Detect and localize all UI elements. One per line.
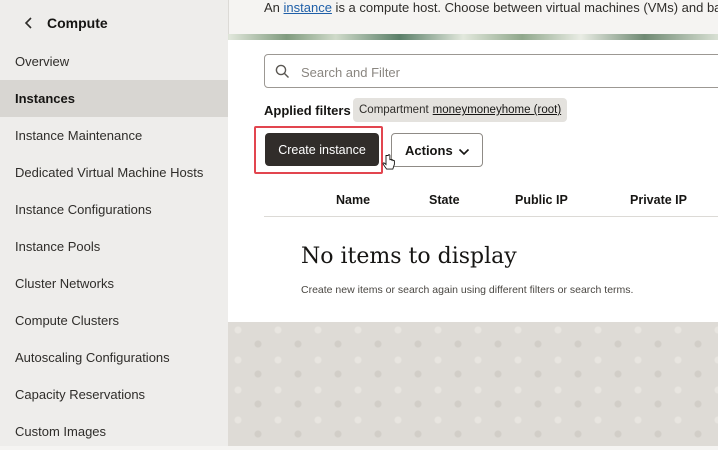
sidebar-item-cluster-networks[interactable]: Cluster Networks [0,265,228,302]
actions-label: Actions [405,142,453,158]
actions-menu-button[interactable]: Actions [391,133,483,167]
empty-state-subtitle: Create new items or search again using d… [301,284,634,296]
sidebar-item-instances[interactable]: Instances [0,80,228,117]
sidebar-item-overview[interactable]: Overview [0,43,228,80]
sidebar-item-instance-configurations[interactable]: Instance Configurations [0,191,228,228]
instance-link[interactable]: instance [284,0,332,15]
column-header-state[interactable]: State [429,193,460,207]
column-header-public-ip[interactable]: Public IP [515,193,568,207]
sidebar-item-capacity-reservations[interactable]: Capacity Reservations [0,376,228,413]
search-box[interactable] [264,54,718,88]
column-header-private-ip[interactable]: Private IP [630,193,687,207]
filter-chip-value[interactable]: moneymoneyhome (root) [433,104,561,116]
chevron-down-icon [458,145,470,156]
create-instance-button[interactable]: Create instance [265,133,379,166]
hand-cursor-icon [382,154,396,172]
sidebar-item-dedicated-vm-hosts[interactable]: Dedicated Virtual Machine Hosts [0,154,228,191]
sidebar: Compute Overview Instances Instance Main… [0,0,229,446]
search-input[interactable] [299,61,703,83]
instances-panel: Applied filters Compartment moneymoneyho… [228,40,718,322]
search-icon [275,64,290,79]
sidebar-item-compute-clusters[interactable]: Compute Clusters [0,302,228,339]
table-header-divider [264,216,718,217]
empty-state-title: No items to display [301,244,517,269]
main-content: An instance is a compute host. Choose be… [228,0,718,446]
intro-text: An instance is a compute host. Choose be… [264,0,718,15]
background-texture [228,322,718,446]
intro-suffix: is a compute host. Choose between virtua… [331,0,718,15]
sidebar-item-custom-images[interactable]: Custom Images [0,413,228,450]
sidebar-item-instance-maintenance[interactable]: Instance Maintenance [0,117,228,154]
sidebar-item-instance-pools[interactable]: Instance Pools [0,228,228,265]
sidebar-title: Compute [47,15,108,31]
applied-filters-label: Applied filters [264,103,351,118]
column-header-name[interactable]: Name [336,193,370,207]
sidebar-header: Compute [0,0,228,46]
chevron-left-icon[interactable] [22,14,36,32]
sidebar-item-autoscaling-configurations[interactable]: Autoscaling Configurations [0,339,228,376]
compartment-filter-chip[interactable]: Compartment moneymoneyhome (root) [353,98,568,122]
filter-chip-label: Compartment [359,104,429,116]
intro-prefix: An [264,0,284,15]
